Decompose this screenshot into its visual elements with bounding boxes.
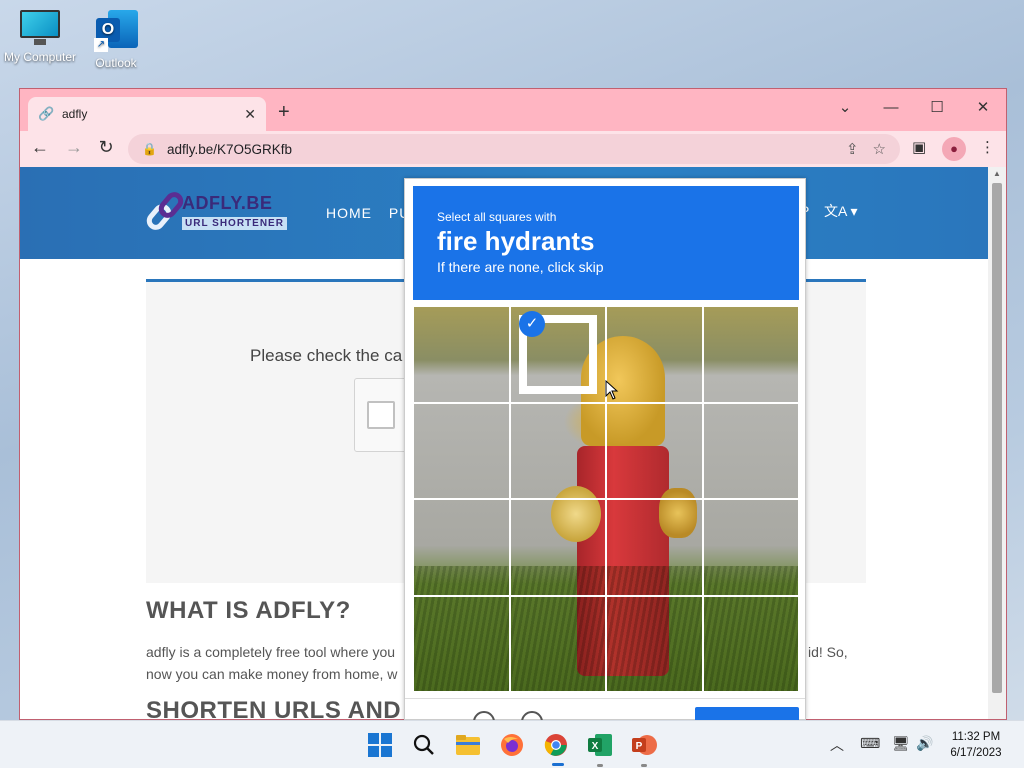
captcha-tile[interactable] <box>606 402 703 499</box>
challenge-target: fire hydrants <box>437 226 595 256</box>
clock-time: 11:32 PM <box>951 731 1001 743</box>
captcha-tile[interactable] <box>413 306 510 403</box>
page-scrollbar[interactable]: ▲ <box>988 167 1006 719</box>
windows-icon <box>368 733 392 757</box>
scrollbar-thumb[interactable] <box>992 183 1002 693</box>
desktop-icon-outlook[interactable]: O ↗ Outlook <box>76 8 156 70</box>
address-bar[interactable]: 🔒 adfly.be/K7O5GRKfb ⇪ ☆ <box>128 134 900 164</box>
minimize-button[interactable]: — <box>868 95 914 121</box>
svg-text:P: P <box>636 741 643 752</box>
bookmark-star-icon[interactable]: ☆ <box>873 140 886 158</box>
captcha-tile[interactable] <box>702 306 799 403</box>
challenge-footer <box>405 698 805 747</box>
profile-avatar-icon[interactable]: ● <box>942 137 966 161</box>
browser-toolbar: ← → ↻ 🔒 adfly.be/K7O5GRKfb ⇪ ☆ ▣ ● ⋮ <box>20 131 1006 167</box>
excel-icon[interactable]: X <box>586 731 614 759</box>
challenge-header: Select all squares with fire hydrants If… <box>413 186 799 300</box>
url-text: adfly.be/K7O5GRKfb <box>166 141 293 157</box>
instruction-skip: If there are none, click skip <box>437 259 604 275</box>
captcha-tile[interactable] <box>413 595 510 692</box>
captcha-tile[interactable] <box>509 402 606 499</box>
running-indicator <box>597 764 603 767</box>
recaptcha-challenge: Select all squares with fire hydrants If… <box>404 178 806 747</box>
close-tab-icon[interactable]: ✕ <box>244 106 256 123</box>
check-prompt: Please check the ca <box>250 346 403 365</box>
browser-tab[interactable]: 🔗 adfly ✕ <box>28 97 266 131</box>
chrome-icon[interactable] <box>542 731 570 759</box>
site-logo[interactable]: ADFLY.BE URL SHORTENER <box>143 188 288 237</box>
desktop-icon-my-computer[interactable]: My Computer <box>0 10 80 64</box>
taskbar: X P ︿ ⌨ 🖥 🔊 11:32 PM 6/17/2023 <box>0 720 1024 768</box>
side-panel-icon[interactable]: ▣ <box>912 138 926 156</box>
captcha-tile[interactable] <box>413 402 510 499</box>
captcha-tile[interactable] <box>702 595 799 692</box>
chain-link-icon <box>143 188 187 235</box>
recaptcha-checkbox[interactable] <box>367 401 395 429</box>
powerpoint-icon[interactable]: P <box>630 731 658 759</box>
title-bar: 🔗 adfly ✕ + ⌄ — ☐ ✕ <box>20 89 1006 131</box>
firefox-icon[interactable] <box>498 731 526 759</box>
volume-icon[interactable]: 🔊 <box>916 735 933 752</box>
svg-text:X: X <box>592 741 599 752</box>
nav-item-home[interactable]: HOME <box>326 205 372 221</box>
captcha-tile[interactable] <box>702 499 799 596</box>
link-icon: 🔗 <box>38 106 55 121</box>
scroll-up-icon[interactable]: ▲ <box>988 167 1006 181</box>
language-icon[interactable]: 文A ▾ <box>824 201 857 221</box>
chevron-up-icon[interactable]: ︿ <box>830 735 844 755</box>
computer-icon <box>18 10 62 46</box>
captcha-tile[interactable] <box>606 595 703 692</box>
reload-button[interactable]: ↻ <box>94 137 118 158</box>
selected-check-icon: ✓ <box>519 311 545 337</box>
paragraph-tail: id! So, <box>808 644 848 660</box>
keyboard-icon[interactable]: ⌨ <box>860 735 880 752</box>
desktop-icon-label: My Computer <box>3 50 77 64</box>
captcha-tile[interactable] <box>606 306 703 403</box>
active-app-indicator <box>552 763 564 766</box>
search-icon[interactable] <box>410 731 438 759</box>
menu-kebab-icon[interactable]: ⋮ <box>980 138 995 156</box>
challenge-image-grid: ✓ <box>413 306 799 692</box>
file-explorer-icon[interactable] <box>454 731 482 759</box>
start-button[interactable] <box>366 731 394 759</box>
shorten-heading: SHORTEN URLS AND <box>146 697 402 720</box>
network-icon[interactable]: 🖥 <box>892 735 910 752</box>
lock-icon: 🔒 <box>142 142 157 156</box>
captcha-tile[interactable] <box>509 499 606 596</box>
close-window-button[interactable]: ✕ <box>960 95 1006 121</box>
captcha-tile[interactable] <box>413 499 510 596</box>
forward-button[interactable]: → <box>62 137 86 158</box>
desktop-icon-label: Outlook <box>95 56 137 70</box>
running-indicator <box>641 764 647 767</box>
what-is-heading: WHAT IS ADFLY? <box>146 597 351 624</box>
tab-title: adfly <box>62 107 88 121</box>
maximize-button[interactable]: ☐ <box>914 95 960 121</box>
instruction-line: Select all squares with <box>437 210 557 224</box>
back-button[interactable]: ← <box>28 137 52 158</box>
captcha-tile[interactable] <box>606 499 703 596</box>
logo-brand: ADFLY.BE <box>182 193 273 213</box>
captcha-tile[interactable] <box>509 595 606 692</box>
taskbar-clock[interactable]: 11:32 PM 6/17/2023 <box>936 729 1016 761</box>
captcha-tile[interactable] <box>702 402 799 499</box>
share-icon[interactable]: ⇪ <box>846 140 859 158</box>
new-tab-button[interactable]: + <box>278 101 290 124</box>
mouse-cursor-icon <box>605 380 619 400</box>
tab-search-icon[interactable]: ⌄ <box>822 95 868 121</box>
clock-date: 6/17/2023 <box>950 747 1002 759</box>
outlook-icon: O ↗ <box>94 8 138 52</box>
logo-tagline: URL SHORTENER <box>182 217 287 230</box>
